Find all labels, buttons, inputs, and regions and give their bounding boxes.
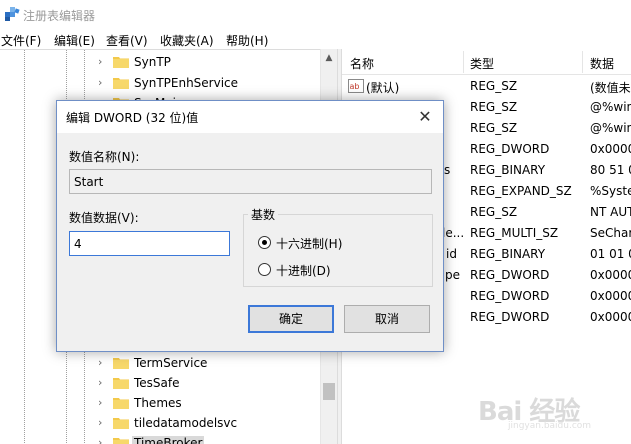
tree-item-label: TesSafe <box>134 376 180 390</box>
value-data: 0x0000 <box>590 142 631 156</box>
value-data: 0x0000 <box>590 289 631 303</box>
tree-item[interactable]: › Themes <box>98 393 322 413</box>
folder-icon <box>113 78 129 89</box>
edit-dword-dialog: 编辑 DWORD (32 位)值 ✕ 数值名称(N): Start 数值数据(V… <box>56 100 444 352</box>
value-type: REG_BINARY <box>470 163 546 177</box>
value-name: pe <box>445 268 460 282</box>
chevron-right-icon[interactable]: › <box>98 376 108 390</box>
column-separator[interactable] <box>582 51 583 73</box>
tree-item-selected[interactable]: › TimeBroker <box>98 433 322 444</box>
string-value-icon: ab <box>348 79 364 93</box>
value-data: @%win <box>590 121 631 135</box>
window-title: 注册表编辑器 <box>23 9 96 23</box>
folder-icon <box>113 378 129 389</box>
dialog-title: 编辑 DWORD (32 位)值 <box>66 111 199 125</box>
tree-item-label: Themes <box>134 396 182 410</box>
value-type: REG_SZ <box>470 100 518 114</box>
value-name-label: 数值名称(N): <box>69 150 140 164</box>
tree-item[interactable]: › TermService <box>98 353 322 373</box>
value-data: SeChar <box>590 226 631 240</box>
tree-item-label: TermService <box>134 356 208 370</box>
dialog-title-bar: 编辑 DWORD (32 位)值 ✕ <box>57 101 443 133</box>
value-type: REG_DWORD <box>470 268 550 282</box>
value-data: NT AUT <box>590 205 631 219</box>
watermark-url: jingyan.baidu.com <box>508 421 592 431</box>
value-name: le... <box>442 226 465 240</box>
value-data: %Syste <box>590 184 631 198</box>
value-data: 0x0000 <box>590 268 631 282</box>
column-separator[interactable] <box>463 51 464 73</box>
tree-item[interactable]: › SynTPEnhService <box>98 73 322 93</box>
list-header: 名称 类型 数据 <box>342 49 631 75</box>
value-type: REG_EXPAND_SZ <box>470 184 572 198</box>
value-name-field: Start <box>69 169 432 194</box>
value-type: REG_DWORD <box>470 289 550 303</box>
menu-favorites[interactable]: 收藏夹(A) <box>160 32 214 49</box>
scrollbar-thumb[interactable] <box>323 383 335 400</box>
chevron-right-icon[interactable]: › <box>98 55 108 69</box>
value-data: 01 01 0 <box>590 247 631 261</box>
list-item[interactable]: ab (默认) REG_SZ (数值未 <box>342 76 631 97</box>
tree-item-label: tiledatamodelsvc <box>134 416 238 430</box>
folder-icon <box>113 57 129 68</box>
radio-label: 十六进制(H) <box>276 237 343 251</box>
value-data-input[interactable] <box>69 231 230 256</box>
value-type: REG_MULTI_SZ <box>470 226 559 240</box>
radio-label: 十进制(D) <box>276 264 331 278</box>
column-type[interactable]: 类型 <box>470 55 494 72</box>
value-name-text: Start <box>74 175 104 189</box>
menu-help[interactable]: 帮助(H) <box>226 32 268 49</box>
value-type: REG_BINARY <box>470 247 546 261</box>
chevron-right-icon[interactable]: › <box>98 356 108 370</box>
value-type: REG_SZ <box>470 205 518 219</box>
chevron-right-icon[interactable]: › <box>98 436 108 444</box>
menu-bar: 文件(F) 编辑(E) 查看(V) 收藏夹(A) 帮助(H) <box>0 30 631 49</box>
tree-guide-line <box>24 50 25 444</box>
value-type: REG_DWORD <box>470 142 550 156</box>
ok-button[interactable]: 确定 <box>248 305 334 333</box>
radio-hexadecimal[interactable]: 十六进制(H) <box>258 234 418 251</box>
registry-editor-icon <box>5 7 20 21</box>
value-name: (默认) <box>366 81 400 95</box>
value-type: REG_SZ <box>470 79 518 93</box>
cancel-button[interactable]: 取消 <box>344 305 430 333</box>
folder-icon <box>113 438 129 444</box>
tree-item[interactable]: › SynTP <box>98 52 322 72</box>
chevron-right-icon[interactable]: › <box>98 416 108 430</box>
baidu-watermark: Bai 经验 jingyan.baidu.com <box>478 385 628 435</box>
value-data: @%win <box>590 100 631 114</box>
value-data: (数值未 <box>590 81 631 95</box>
value-data: 0x0000 <box>590 310 631 324</box>
tree-item-label: SynTP <box>134 55 171 69</box>
base-label: 基数 <box>248 206 279 223</box>
column-data[interactable]: 数据 <box>590 55 614 72</box>
column-name[interactable]: 名称 <box>350 55 374 72</box>
tree-item[interactable]: › TesSafe <box>98 373 322 393</box>
value-type: REG_SZ <box>470 121 518 135</box>
folder-icon <box>113 418 129 429</box>
tree-item[interactable]: › tiledatamodelsvc <box>98 413 322 433</box>
title-bar: 注册表编辑器 <box>0 0 631 30</box>
menu-view[interactable]: 查看(V) <box>106 32 148 49</box>
folder-icon <box>113 398 129 409</box>
radio-decimal[interactable]: 十进制(D) <box>258 261 418 278</box>
value-name: id <box>446 247 457 261</box>
scroll-up-arrow-icon[interactable]: ▲ <box>321 51 337 65</box>
svg-text:ab: ab <box>350 82 360 91</box>
value-data-label: 数值数据(V): <box>69 211 139 225</box>
chevron-right-icon[interactable]: › <box>98 76 108 90</box>
folder-icon <box>113 358 129 369</box>
value-type: REG_DWORD <box>470 310 550 324</box>
value-name: s <box>444 163 451 177</box>
chevron-right-icon[interactable]: › <box>98 396 108 410</box>
close-icon[interactable]: ✕ <box>413 105 437 129</box>
tree-item-label: TimeBroker <box>132 436 205 444</box>
menu-edit[interactable]: 编辑(E) <box>54 32 95 49</box>
radio-checked-icon[interactable] <box>258 236 271 249</box>
tree-item-label: SynTPEnhService <box>134 76 239 90</box>
value-data: 80 51 0 <box>590 163 631 177</box>
menu-file[interactable]: 文件(F) <box>1 32 41 49</box>
radio-unchecked-icon[interactable] <box>258 263 271 276</box>
